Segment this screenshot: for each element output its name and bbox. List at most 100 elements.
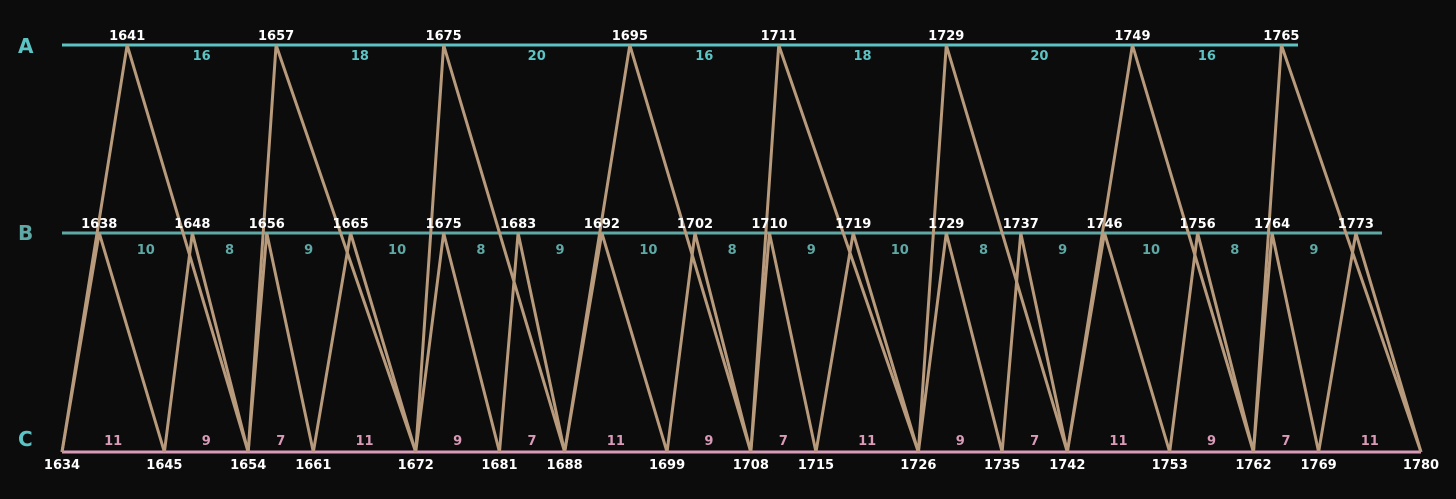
gap-label-a: 16 (1198, 49, 1216, 64)
year-label-c: 1645 (146, 458, 182, 473)
year-label-c: 1688 (547, 458, 583, 473)
zigzag-b-peak (162, 232, 250, 453)
gap-label-c: 7 (779, 434, 788, 449)
zigzag-b-peak (311, 232, 418, 453)
year-label-c: 1753 (1152, 458, 1188, 473)
year-label-b: 1665 (332, 217, 368, 232)
row-b-label: B (18, 221, 33, 245)
gap-label-c: 11 (355, 434, 373, 449)
year-label-c: 1681 (481, 458, 517, 473)
year-label-a: 1749 (1114, 29, 1150, 44)
year-label-c: 1762 (1235, 458, 1271, 473)
year-label-b: 1656 (249, 217, 285, 232)
gap-label-a: 20 (1030, 49, 1048, 64)
gap-label-a: 20 (528, 49, 546, 64)
gap-label-c: 9 (704, 434, 713, 449)
gap-label-b: 10 (891, 243, 909, 258)
year-label-c: 1661 (295, 458, 331, 473)
zigzag-a-peak (1251, 44, 1423, 453)
zigzag-a-peak (563, 44, 753, 453)
year-label-b: 1710 (751, 217, 787, 232)
gap-label-a: 16 (193, 49, 211, 64)
gap-label-c: 11 (1109, 434, 1127, 449)
gap-label-c: 9 (453, 434, 462, 449)
gap-label-c: 7 (1030, 434, 1039, 449)
gap-label-b: 9 (1058, 243, 1067, 258)
year-label-b: 1746 (1086, 217, 1122, 232)
year-label-c: 1780 (1403, 458, 1439, 473)
year-label-b: 1719 (835, 217, 871, 232)
zigzag-a-peak (60, 44, 250, 453)
year-label-c: 1715 (798, 458, 834, 473)
gap-label-b: 9 (555, 243, 564, 258)
gap-label-b: 9 (807, 243, 816, 258)
gap-label-b: 8 (728, 243, 737, 258)
year-label-b: 1729 (928, 217, 964, 232)
year-label-b: 1638 (81, 217, 117, 232)
year-label-b: 1773 (1338, 217, 1374, 232)
year-label-a: 1729 (928, 29, 964, 44)
gap-label-c: 11 (607, 434, 625, 449)
gap-label-a: 18 (853, 49, 871, 64)
year-label-a: 1641 (109, 29, 145, 44)
gap-label-b: 10 (137, 243, 155, 258)
gap-label-c: 11 (858, 434, 876, 449)
cycle-diagram-svg: 16 18 20 16 18 20 16 10 8 9 10 8 9 10 8 9 10 8 9 10 8 9 11 9 7 11… (18, 29, 1439, 473)
gap-label-c: 7 (276, 434, 285, 449)
gap-label-c: 11 (104, 434, 122, 449)
cycle-diagram: 16 18 20 16 18 20 16 10 8 9 10 8 9 10 8 9 10 8 9 10 8 9 11 9 7 11… (0, 0, 1456, 499)
zigzag-b-peak (814, 232, 920, 453)
zigzag-b-peak (246, 232, 315, 453)
gap-label-b: 10 (1142, 243, 1160, 258)
gap-label-b: 8 (1230, 243, 1239, 258)
zigzag-b-peak (1317, 232, 1423, 453)
year-label-c: 1654 (230, 458, 266, 473)
row-a-label: A (18, 34, 34, 58)
gap-label-b: 10 (388, 243, 406, 258)
gap-label-a: 16 (695, 49, 713, 64)
year-label-c: 1735 (984, 458, 1020, 473)
gap-label-b: 10 (639, 243, 657, 258)
year-label-b: 1737 (1003, 217, 1039, 232)
zigzag-b-peak (1168, 232, 1255, 453)
gap-label-b: 8 (476, 243, 485, 258)
gap-label-a: 18 (351, 49, 369, 64)
zigzag-b-peak (1065, 232, 1172, 453)
year-label-c: 1634 (44, 458, 80, 473)
zigzag-a-peak (1065, 44, 1255, 453)
gap-label-c: 9 (1207, 434, 1216, 449)
zigzag-b-peak (749, 232, 818, 453)
gap-label-b: 8 (225, 243, 234, 258)
year-label-a: 1711 (761, 29, 797, 44)
gap-label-c: 7 (528, 434, 537, 449)
year-label-a: 1657 (258, 29, 294, 44)
year-label-c: 1742 (1049, 458, 1085, 473)
zigzag-a-peak (916, 44, 1069, 453)
gap-label-c: 11 (1361, 434, 1379, 449)
gap-label-c: 9 (202, 434, 211, 449)
year-label-a: 1765 (1263, 29, 1299, 44)
zigzag-b-peak (60, 232, 166, 453)
year-label-c: 1726 (900, 458, 936, 473)
year-label-c: 1699 (649, 458, 685, 473)
year-label-b: 1756 (1180, 217, 1216, 232)
year-label-b: 1675 (426, 217, 462, 232)
year-label-a: 1675 (426, 29, 462, 44)
zigzag-layer (60, 44, 1423, 453)
gap-labels: 16 18 20 16 18 20 16 10 8 9 10 8 9 10 8 9 10 8 9 10 8 9 11 9 7 11… (104, 49, 1379, 449)
gap-label-b: 8 (979, 243, 988, 258)
year-label-b: 1692 (584, 217, 620, 232)
zigzag-b-peak (1251, 232, 1321, 453)
year-label-b: 1683 (500, 217, 536, 232)
year-label-b: 1648 (174, 217, 210, 232)
zigzag-a-peak (414, 44, 567, 453)
year-label-c: 1708 (733, 458, 769, 473)
year-label-b: 1702 (677, 217, 713, 232)
year-label-c: 1672 (398, 458, 434, 473)
year-label-c: 1769 (1301, 458, 1337, 473)
gap-label-c: 9 (956, 434, 965, 449)
zigzag-b-peak (665, 232, 753, 453)
year-label-b: 1764 (1254, 217, 1290, 232)
year-label-a: 1695 (612, 29, 648, 44)
gap-label-c: 7 (1282, 434, 1291, 449)
